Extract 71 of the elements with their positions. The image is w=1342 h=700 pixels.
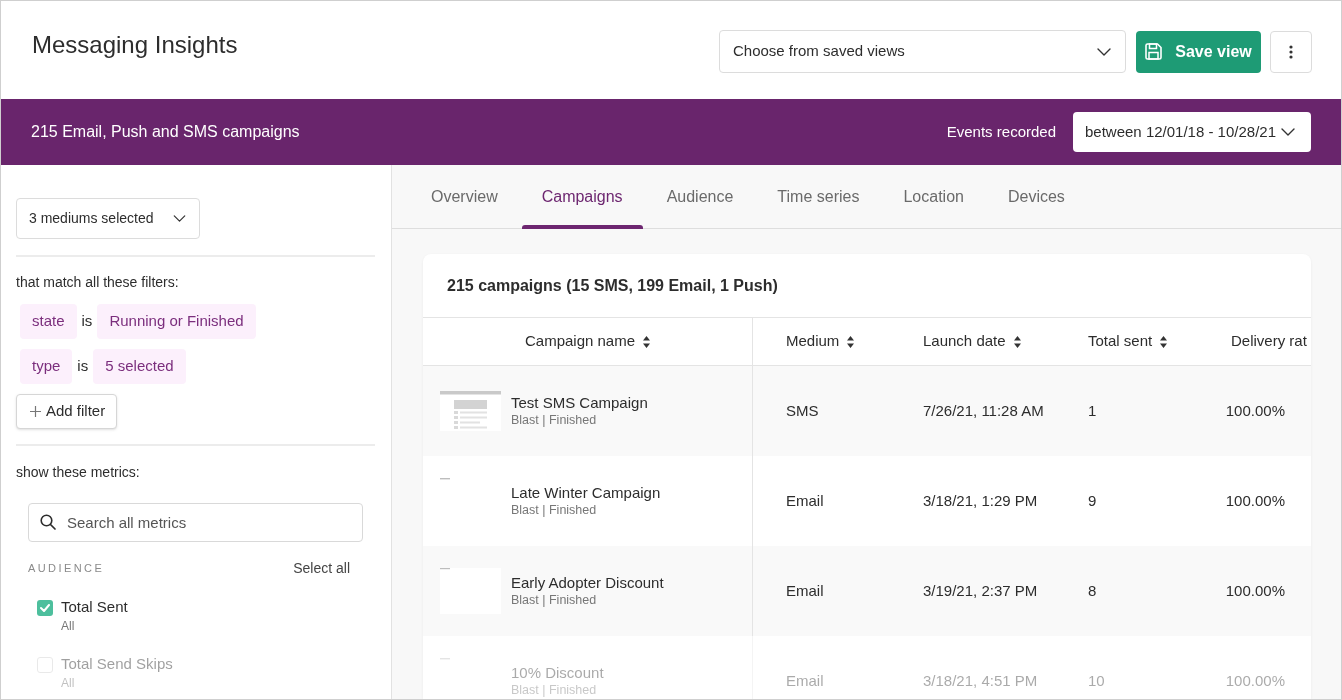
tab[interactable]: Overview [411, 165, 518, 228]
column-header[interactable]: Total sent [1088, 330, 1168, 353]
filter-field-chip[interactable]: type [20, 349, 73, 384]
campaign-name: 10% Discount [511, 664, 604, 682]
total-sent-cell-text: 10 [1088, 670, 1105, 691]
tab[interactable]: Devices [987, 165, 1085, 228]
launch-date-cell-text: 3/18/21, 1:29 PM [923, 490, 1038, 511]
launch-date-cell-text: 3/19/21, 2:37 PM [923, 580, 1038, 601]
filter-value-chip[interactable]: 5 selected [93, 349, 186, 384]
more-options-button[interactable] [1270, 30, 1312, 73]
delivery-rate-cell-text: 100.00% [1225, 490, 1285, 511]
delivery-rate-cell-text: 100.00% [1225, 670, 1285, 691]
metric-subtitle: All [61, 675, 76, 691]
add-filter-button[interactable]: Add filter [16, 394, 117, 429]
campaign-status: Blast | Finished [511, 592, 598, 608]
tab[interactable]: Campaigns [521, 165, 643, 228]
delivery-rate-cell-text: 100.00% [1225, 580, 1285, 601]
filter-field-chip[interactable]: state [20, 304, 77, 339]
page-title: Messaging Insights [32, 30, 238, 60]
column-header[interactable]: Launch date [923, 330, 1021, 353]
campaign-status: Blast | Finished [511, 412, 598, 428]
metric-label: Total Sent [61, 598, 128, 616]
metric-search-field[interactable]: Search all metrics [28, 503, 363, 542]
campaign-name: Early Adopter Discount [511, 574, 664, 592]
total-sent-cell-text: 9 [1088, 490, 1097, 511]
saved-views-dropdown[interactable]: Choose from saved views [719, 30, 1126, 73]
total-sent-cell-text: 1 [1088, 400, 1097, 421]
filter-value-chip[interactable]: Running or Finished [97, 304, 256, 339]
launch-date-cell-text: 7/26/21, 11:28 AM [923, 400, 1044, 421]
events-recorded-label: Events recorded [946, 121, 1056, 142]
date-range-dropdown[interactable]: between 12/01/18 - 10/28/21 [1073, 112, 1311, 152]
metric-group-title: AUDIENCE [28, 561, 105, 576]
table-title: 215 campaigns (15 SMS, 199 Email, 1 Push) [447, 275, 778, 296]
checkbox[interactable] [37, 600, 53, 616]
filter-operator: is [77, 356, 89, 377]
medium-cell-text: Email [786, 490, 824, 511]
metric-subtitle: All [61, 618, 76, 634]
banner-title: 215 Email, Push and SMS campaigns [31, 122, 300, 142]
metric-label: Total Send Skips [61, 655, 173, 673]
total-sent-cell-text: 8 [1088, 580, 1097, 601]
chevron-down-icon [1281, 128, 1295, 136]
campaign-name: Late Winter Campaign [511, 484, 661, 502]
metrics-heading: show these metrics: [16, 463, 141, 482]
column-header[interactable]: Campaign name [524, 330, 651, 353]
column-header[interactable]: Medium [786, 330, 855, 353]
medium-select-dropdown[interactable]: 3 mediums selected [16, 198, 200, 239]
medium-cell-text: Email [786, 670, 824, 691]
medium-cell-text: Email [786, 580, 824, 601]
chevron-down-icon [1097, 47, 1111, 56]
select-all-link[interactable]: Select all [293, 560, 350, 576]
sort-icon [847, 335, 855, 348]
tab[interactable]: Audience [646, 165, 754, 228]
tab[interactable]: Time series [757, 165, 880, 228]
sort-icon [1013, 335, 1021, 348]
launch-date-cell-text: 3/18/21, 4:51 PM [923, 670, 1038, 691]
vertical-dots-icon [1289, 44, 1293, 59]
sort-icon [643, 335, 651, 348]
filters-heading: that match all these filters: [16, 273, 180, 292]
save-view-button[interactable]: Save view [1136, 30, 1261, 73]
search-icon [40, 514, 56, 530]
campaign-status: Blast | Finished [511, 502, 598, 518]
column-header[interactable]: Delivery rat [1231, 330, 1307, 353]
sort-icon [1160, 335, 1168, 348]
filter-operator: is [81, 311, 93, 332]
delivery-rate-cell-text: 100.00% [1225, 400, 1285, 421]
medium-cell-text: SMS [786, 400, 819, 421]
chevron-down-icon [173, 215, 186, 222]
plus-icon [30, 406, 41, 417]
campaign-name: Test SMS Campaign [511, 394, 648, 412]
tab[interactable]: Location [883, 165, 984, 228]
check-icon [40, 604, 50, 612]
